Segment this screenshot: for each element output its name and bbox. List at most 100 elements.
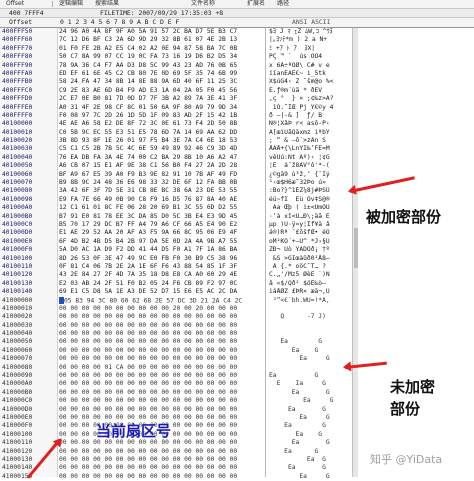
hex-row[interactable]: 00 00 00 00 00 00 00 00 00 00 00 00 00 0…	[57, 372, 265, 380]
hex-row[interactable]: 7C 12 D6 BF C3 2A 6D 9D 29 32 8B 61 07 4…	[57, 36, 265, 44]
hex-row[interactable]: C5 C1 C5 2B 7B 5C 4C 6E 59 49 89 92 46 C…	[57, 145, 265, 153]
ansi-row[interactable]: ð —|-& ] ƒ­/ B	[266, 112, 352, 120]
hex-row[interactable]: C0 5B 9C EC 55 E3 51 E5 78 6D 7A 14 69 A…	[57, 129, 265, 137]
hex-row[interactable]: 00 00 00 00 00 00 00 00 00 00 00 00 00 0…	[57, 347, 265, 355]
ansi-row[interactable]: Ëa G	[266, 389, 352, 397]
hex-row[interactable]: 12 C1 61 01 8C FE 06 28 20 69 B1 3C 55 6…	[57, 204, 265, 212]
ansi-row[interactable]: éú~fI Èù Õv‡Š@®	[266, 196, 352, 204]
hex-row[interactable]: 00 00 00 00 00 00 00 00 00 00 00 00 00 0…	[57, 313, 265, 321]
ansi-row[interactable]: ; “ & —õ´>zÄn S	[266, 137, 352, 145]
hex-row[interactable]: 00 00 00 00 00 00 00 00 00 00 00 00 00 0…	[57, 330, 265, 338]
hex-row[interactable]: 3B 8D 93 8F 1E 26 01 97 F5 B4 3E 7A C4 6…	[57, 137, 265, 145]
hex-row[interactable]: 78 9A 36 C4 F7 AA D3 D8 5C 99 43 23 AD 7…	[57, 62, 265, 70]
ansi-row[interactable]: Ëa G	[266, 456, 352, 464]
ansi-row[interactable]: À[œìUãQåxmz iªbÝ	[266, 129, 352, 137]
hex-row[interactable]: 43 2E 84 27 2F 4D 7A 35 18 D8 E8 CA A0 6…	[57, 271, 265, 279]
ansi-row[interactable]: Ä {.* oöCˆT… ?	[266, 263, 352, 271]
ansi-row[interactable]: ,ç ° } × ;¢‰z>A?	[266, 95, 352, 103]
ansi-row[interactable]	[266, 364, 352, 372]
hex-row[interactable]: 50 C7 8A 99 07 CC 19 0C FA 73 16 19 D6 B…	[57, 53, 265, 61]
hex-row[interactable]: A0 31 4F 2E 98 CF 8C 01 50 6A 9F 80 A9 7…	[57, 104, 265, 112]
hex-row[interactable]: 00 00 00 00 00 00 00 00 00 00 00 00 00 0…	[57, 464, 265, 472]
ansi-row[interactable]: µp )Ü·ÿ¤y¦Ïf¥ä â	[266, 221, 352, 229]
ansi-row[interactable]: x 6Ä÷ªÓØ\ C# v e	[266, 62, 352, 70]
ansi-row[interactable]: á®)Rª ¯£õšfŒ• éO	[266, 229, 352, 237]
ansi-row[interactable]: Ëa G	[266, 414, 352, 422]
hex-row[interactable]: 58 24 FA 47 34 8B 14 8E 88 9A 6D 40 6F 1…	[57, 78, 265, 86]
ansi-row[interactable]: Ëa G	[266, 431, 352, 439]
ansi-row[interactable]: ³”<€`bh.WÜ=!*Ä,	[266, 297, 352, 305]
hex-row[interactable]: 4E AE A6 58 E2 DE 8F 72 3C 0E 61 73 F4 2…	[57, 120, 265, 128]
hex-row[interactable]: 00 00 00 00 00 00 00 00 00 00 00 00 00 0…	[57, 406, 265, 414]
ansi-row[interactable]: C.„'/Mz5 ØèÊ `)N	[266, 271, 352, 279]
ansi-row[interactable]: ¦Ë á¯ž8ÁV°ô'*-(	[266, 162, 352, 170]
hex-row[interactable]: 00 00 00 00 00 00 00 00 00 00 00 00 00 0…	[57, 456, 265, 464]
hex-row[interactable]: E1 AE 29 52 AA 20 AF A3 F5 9A 66 8C 95 0…	[57, 229, 265, 237]
hex-row[interactable]: 00 00 00 00 00 00 00 00 00 00 00 00 00 0…	[57, 389, 265, 397]
hex-row[interactable]: 2C E7 0E B0 81 7D 0D D7 7F 3B A2 89 7A 3…	[57, 95, 265, 103]
hex-row[interactable]: 00 00 00 00 00 00 00 00 00 00 00 00 00 0…	[57, 448, 265, 456]
ansi-row[interactable]: ¿©gå9 ù³ž‚‘ {¯Iý	[266, 171, 352, 179]
ansi-row[interactable]: PÇ ™ ̀ ús ÖÕ4	[266, 53, 352, 61]
tab-logical-edit[interactable]: 逻辑编辑	[53, 0, 89, 8]
hex-row[interactable]: E2 03 AB 24 2F 51 F0 B2 05 24 F6 CB 89 F…	[57, 280, 265, 288]
ansi-row[interactable]: X$úG4‹ Ž ˆšm@o %<	[266, 78, 352, 86]
ansi-row[interactable]: â «$/Qð² $öË‰ò—	[266, 280, 352, 288]
hex-row[interactable]: 76 EA DB FA 3A 4E 74 00 C2 BA 29 8B 10 A…	[57, 154, 265, 162]
tab-extension[interactable]: 扩展名	[241, 0, 271, 8]
ansi-text-area[interactable]: $ﾖ J ﾏ ｪZ ﾑW,ｺ ^ｳﾇ |｡ﾖｿﾃ*m ) 2 a N+ ﾐ +ｱ ﾄ…	[266, 28, 352, 480]
hex-row[interactable]: A6 CB 07 15 E1 AF 9E 38 C1 56 B0 F4 27 2…	[57, 162, 265, 170]
ansi-row[interactable]: Ëa G	[266, 406, 352, 414]
hex-row[interactable]: 00 00 00 00 00 00 00 00 00 00 00 00 00 0…	[57, 380, 265, 388]
ansi-row[interactable]: ﾐ +ｱ ﾄ ｱ ﾇX|	[266, 45, 352, 53]
ansi-row[interactable]: |｡ﾖｿﾃ*m ) 2 a N+	[266, 36, 352, 44]
hex-row[interactable]: 00 00 00 00 01 CA 00 00 00 00 00 00 00 0…	[57, 364, 265, 372]
hex-row[interactable]: B9 8B 9C 24 48 36 E6 98 33 32 DE 6F 12 F…	[57, 179, 265, 187]
ansi-row[interactable]: Ëa G	[266, 448, 352, 456]
ansi-row[interactable]: 1O.˜ÏŒ Pj Ÿ€©y 4	[266, 104, 352, 112]
ansi-row[interactable]: íïanEÂË€~ i_5tk	[266, 70, 352, 78]
hex-row[interactable]: 69 E1 C5 D8 5A 1E A3 DE 52 D7 15 E6 E5 A…	[57, 288, 265, 296]
ansi-row[interactable]: ZÐ¬ Ùò ÝADÕð¡ †º	[266, 246, 352, 254]
hex-row[interactable]: ED EF 61 6E 45 C2 CB 80 7E 0D 69 5F 35 7…	[57, 70, 265, 78]
hex-row[interactable]: 0F 81 C4 06 7B 2E 2A 1E 6F F6 43 88 54 8…	[57, 263, 265, 271]
ansi-row[interactable]: oM²KÕ´+—Ú^ *J›§U	[266, 238, 352, 246]
hex-row[interactable]: 24 96 A0 4A 8F 9F A0 5A 91 57 2C BA D7 5…	[57, 28, 265, 36]
hex-row[interactable]: 00 00 00 00 00 00 00 00 00 00 00 00 00 0…	[57, 355, 265, 363]
hex-row[interactable]: 3A 42 6F 3F 7D 5E 31 CB 8E BC 38 6A 23 D…	[57, 187, 265, 195]
hex-row[interactable]: 8D 26 53 0F 3E 47 49 9C E0 FB F0 30 B9 C…	[57, 255, 265, 263]
ansi-row[interactable]	[266, 330, 352, 338]
ansi-row[interactable]: Ëa G	[266, 347, 352, 355]
tab-search-results[interactable]: 搜索结果	[89, 0, 125, 8]
ansi-row[interactable]: Áa Œþ ( i±<UmÒU	[266, 204, 352, 212]
hex-row[interactable]: B7 91 E0 81 78 EE 3C DA 85 D0 5C 3B E4 E…	[57, 213, 265, 221]
hex-row[interactable]: BF A9 67 E5 39 A0 F9 B3 9E 82 91 10 7B A…	[57, 171, 265, 179]
hex-row[interactable]: 00 00 00 00 00 00 00 00 00 00 20 00 20 0…	[57, 305, 265, 313]
hex-row[interactable]: 05 B3 94 3C 80 60 62 68 2E 57 DC 3D 21 2…	[57, 296, 265, 305]
ansi-row[interactable]: Ëa G	[266, 439, 352, 447]
ansi-row[interactable]: &S >GIœàûð0¹Å8–	[266, 255, 352, 263]
hex-row[interactable]: 01 F0 FE 2B A2 E5 C4 02 A2 0E 94 87 58 B…	[57, 45, 265, 53]
ansi-row[interactable]: Q -7 J)	[266, 313, 352, 321]
hex-bytes-area[interactable]: 24 96 A0 4A 8F 9F A0 5A 91 57 2C BA D7 5…	[57, 28, 265, 480]
hex-row[interactable]: 00 00 00 00 00 00 00 00 00 00 00 00 00 0…	[57, 397, 265, 405]
tab-path[interactable]: 路径	[271, 0, 295, 8]
ansi-row[interactable]: :Bo?}^1ËŽ¼8j#ÞSU	[266, 187, 352, 195]
ansi-row[interactable]: Ëa G	[266, 372, 352, 380]
ansi-row[interactable]: Ëa G	[266, 422, 352, 430]
tab-file-name[interactable]: 文件名称	[185, 0, 221, 8]
ansi-row[interactable]: vêÛú:Nt Âº)‹ ¦¢G	[266, 154, 352, 162]
ansi-row[interactable]: ÅÁÅ+{\LnYI‰’FÉ=M	[266, 145, 352, 153]
tab-offset[interactable]: Offset	[0, 0, 52, 8]
ansi-row[interactable]: Ëa G	[266, 338, 352, 346]
hex-row[interactable]: 5A D0 AC 1A D9 F2 DD 41 44 D5 F0 A1 7F 1…	[57, 246, 265, 254]
hex-row[interactable]: B5 70 17 29 DC B7 FF A4 79 A6 CF 66 A5 E…	[57, 221, 265, 229]
ansi-row[interactable]: Ëa G	[266, 355, 352, 363]
hex-row[interactable]: 00 00 00 00 00 00 00 00 00 00 00 00 00 0…	[57, 338, 265, 346]
ansi-row[interactable]	[266, 322, 352, 330]
ansi-row[interactable]: Ëa G	[266, 397, 352, 405]
ansi-row[interactable]	[266, 305, 352, 313]
ansi-row[interactable]: Ëa G	[266, 464, 352, 472]
ansi-row[interactable]: $ﾖ J ﾏ ｪZ ﾑW,ｺ ^ｳﾇ	[266, 28, 352, 36]
ansi-row[interactable]: N®¦XâÞ r< asô-P‹	[266, 120, 352, 128]
